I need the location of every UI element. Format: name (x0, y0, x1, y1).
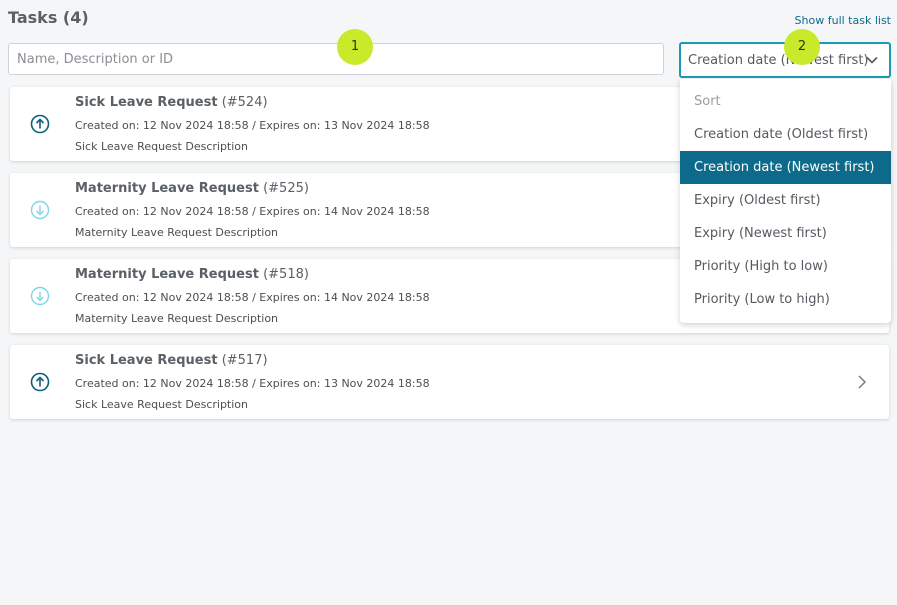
task-dates: Created on: 12 Nov 2024 18:58 / Expires … (75, 377, 430, 390)
task-name: Maternity Leave Request (75, 267, 259, 282)
task-title: Maternity Leave Request (#525) (75, 181, 309, 196)
task-description: Sick Leave Request Description (75, 140, 248, 153)
sort-option-priority-low-high[interactable]: Priority (Low to high) (680, 283, 891, 316)
task-card[interactable]: Sick Leave Request (#517) Created on: 12… (10, 345, 889, 419)
priority-high-arrow-up-icon (30, 114, 50, 134)
task-title: Sick Leave Request (#517) (75, 353, 268, 368)
task-name: Maternity Leave Request (75, 181, 259, 196)
task-id: (#517) (221, 353, 268, 368)
task-id: (#525) (263, 181, 309, 196)
sort-menu-header: Sort (694, 94, 721, 109)
sort-dropdown-menu: Sort Creation date (Oldest first) Creati… (680, 79, 891, 323)
task-title: Maternity Leave Request (#518) (75, 267, 309, 282)
sort-option-priority-high-low[interactable]: Priority (High to low) (680, 250, 891, 283)
sort-option-expiry-newest[interactable]: Expiry (Newest first) (680, 217, 891, 250)
sort-option-expiry-oldest[interactable]: Expiry (Oldest first) (680, 184, 891, 217)
sort-option-creation-newest[interactable]: Creation date (Newest first) (680, 151, 891, 184)
search-input[interactable] (8, 43, 664, 75)
task-id: (#524) (221, 95, 268, 110)
annotation-marker-2: 2 (784, 29, 820, 65)
task-dates: Created on: 12 Nov 2024 18:58 / Expires … (75, 119, 430, 132)
task-title: Sick Leave Request (#524) (75, 95, 268, 110)
page-title: Tasks (4) (8, 8, 89, 27)
sort-selected-value: Creation date (Newest first) (688, 53, 869, 68)
priority-low-arrow-down-icon (30, 200, 50, 220)
sort-option-creation-oldest[interactable]: Creation date (Oldest first) (680, 118, 891, 151)
task-name: Sick Leave Request (75, 353, 218, 368)
task-dates: Created on: 12 Nov 2024 18:58 / Expires … (75, 291, 430, 304)
task-id: (#518) (263, 267, 309, 282)
show-full-task-list-link[interactable]: Show full task list (795, 14, 891, 27)
priority-high-arrow-up-icon (30, 372, 50, 392)
task-dates: Created on: 12 Nov 2024 18:58 / Expires … (75, 205, 430, 218)
priority-low-arrow-down-icon (30, 286, 50, 306)
chevron-right-icon[interactable] (857, 374, 867, 390)
annotation-marker-1: 1 (337, 29, 373, 65)
task-description: Sick Leave Request Description (75, 398, 248, 411)
task-name: Sick Leave Request (75, 95, 218, 110)
task-description: Maternity Leave Request Description (75, 226, 279, 239)
chevron-down-icon (866, 56, 878, 64)
task-description: Maternity Leave Request Description (75, 312, 279, 325)
